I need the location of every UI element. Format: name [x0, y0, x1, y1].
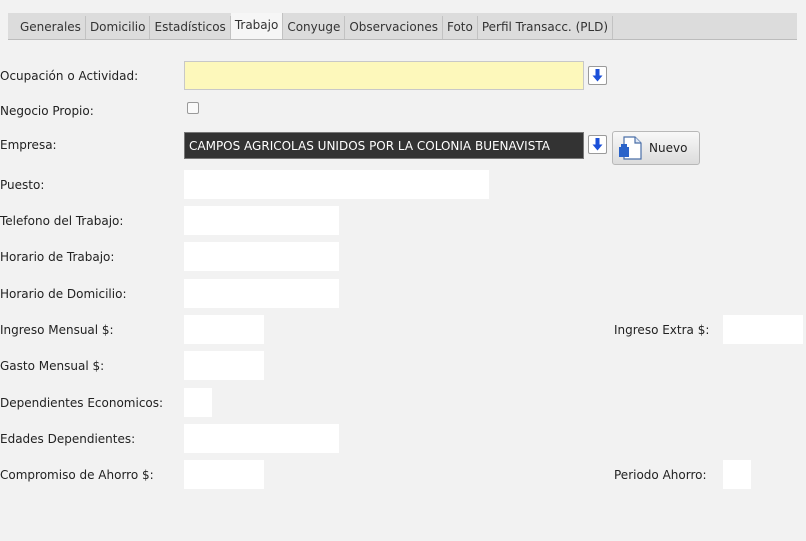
periodo-ahorro-input[interactable] [723, 460, 751, 489]
telefono-label: Telefono del Trabajo: [0, 214, 124, 228]
puesto-label: Puesto: [0, 178, 45, 192]
ingreso-mensual-label: Ingreso Mensual $: [0, 323, 114, 337]
gasto-mensual-label: Gasto Mensual $: [0, 359, 105, 373]
empresa-field[interactable]: CAMPOS AGRICOLAS UNIDOS POR LA COLONIA B… [184, 132, 584, 159]
ocupacion-label: Ocupación o Actividad: [0, 69, 139, 83]
tab-observaciones[interactable]: Observaciones [345, 16, 443, 39]
tab-trabajo[interactable]: Trabajo [230, 13, 284, 39]
new-document-icon [619, 136, 642, 160]
puesto-input[interactable] [184, 170, 489, 199]
tab-perfil-transacc[interactable]: Perfil Transacc. (PLD) [478, 16, 614, 39]
tab-bar: Generales Domicilio Estadísticos Trabajo… [8, 13, 797, 40]
negocio-propio-checkbox[interactable] [187, 102, 199, 114]
tab-conyuge[interactable]: Conyuge [283, 16, 346, 39]
empresa-label: Empresa: [0, 138, 57, 152]
periodo-ahorro-label: Periodo Ahorro: [614, 468, 707, 482]
gasto-mensual-input[interactable] [184, 351, 264, 380]
edades-label: Edades Dependientes: [0, 432, 136, 446]
empresa-value: CAMPOS AGRICOLAS UNIDOS POR LA COLONIA B… [189, 138, 550, 153]
empresa-dropdown-button[interactable] [588, 135, 607, 154]
compromiso-ahorro-label: Compromiso de Ahorro $: [0, 468, 154, 482]
horario-trabajo-label: Horario de Trabajo: [0, 250, 115, 264]
telefono-input[interactable] [184, 206, 339, 235]
tab-generales[interactable]: Generales [8, 16, 86, 39]
tab-estadisticos[interactable]: Estadísticos [150, 16, 231, 39]
tab-foto[interactable]: Foto [443, 16, 478, 39]
horario-domicilio-label: Horario de Domicilio: [0, 287, 127, 301]
arrow-down-icon [592, 138, 603, 151]
ocupacion-input[interactable] [184, 61, 584, 90]
negocio-propio-label: Negocio Propio: [0, 104, 94, 118]
horario-domicilio-input[interactable] [184, 279, 339, 308]
dependientes-label: Dependientes Economicos: [0, 396, 164, 410]
arrow-down-icon [592, 69, 603, 82]
ingreso-mensual-input[interactable] [184, 315, 264, 344]
edades-input[interactable] [184, 424, 339, 453]
horario-trabajo-input[interactable] [184, 242, 339, 271]
nuevo-button-label: Nuevo [649, 141, 688, 155]
ocupacion-dropdown-button[interactable] [588, 66, 607, 85]
ingreso-extra-input[interactable] [723, 315, 803, 344]
nuevo-button[interactable]: Nuevo [612, 131, 700, 165]
compromiso-ahorro-input[interactable] [184, 460, 264, 489]
dependientes-input[interactable] [184, 388, 212, 417]
tab-domicilio[interactable]: Domicilio [86, 16, 151, 39]
ingreso-extra-label: Ingreso Extra $: [614, 323, 710, 337]
